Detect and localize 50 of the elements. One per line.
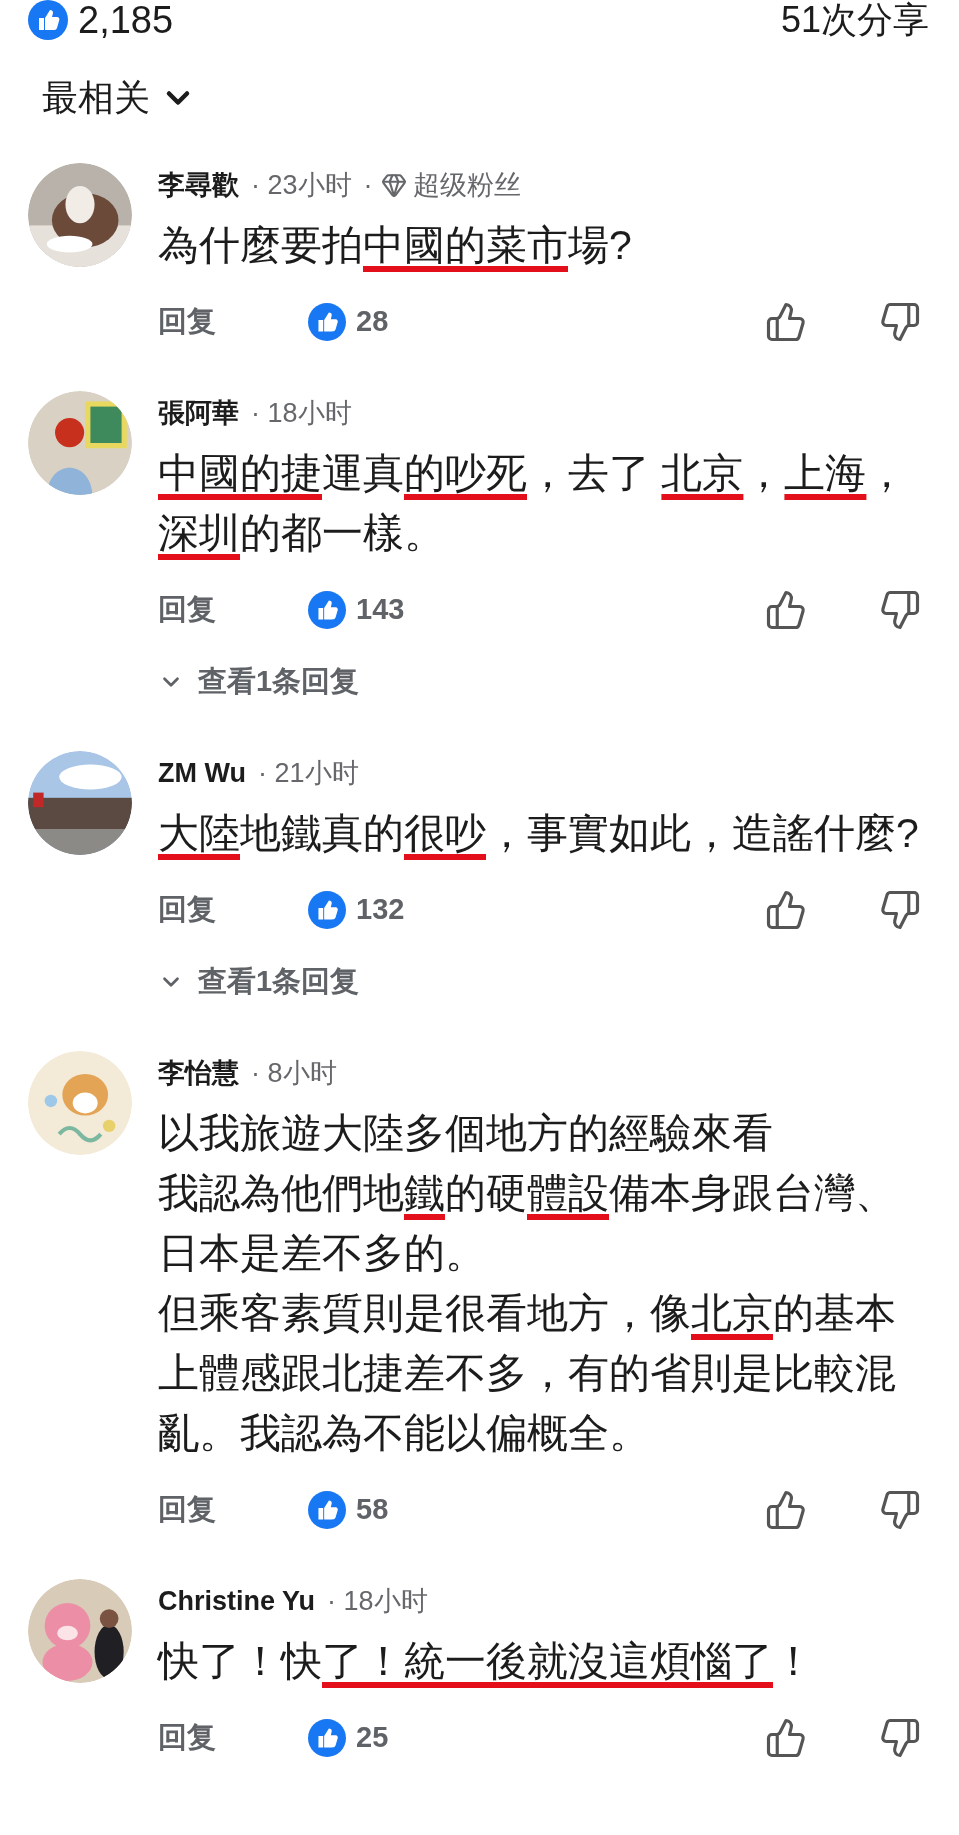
comment-time: · 21小时 <box>258 756 359 790</box>
comment-time: · 18小时 <box>327 1584 428 1618</box>
author-name[interactable]: 李尋歡 <box>158 164 239 206</box>
comment-text: 但乘客素質則是很看地方，像北京的基本上體感跟北捷差不多，有的省則是比較混亂。我認為不能以偏概全。 <box>158 1289 897 1458</box>
diamond-icon <box>380 172 407 198</box>
thumbs-up-icon[interactable] <box>765 301 807 343</box>
thumbs-up-icon[interactable] <box>765 589 807 631</box>
comment-time: · 8小时 <box>251 1056 337 1090</box>
thumbs-up-icon[interactable] <box>765 1717 807 1759</box>
thumbs-up-icon[interactable] <box>765 889 807 931</box>
like-count: 28 <box>356 304 389 340</box>
like-icon <box>308 1491 346 1529</box>
author-name[interactable]: 李怡慧 <box>158 1052 239 1094</box>
reply-button[interactable]: 回复 <box>158 300 308 344</box>
reply-button[interactable]: 回复 <box>158 1716 308 1760</box>
comment-text: 為什麼要拍中國的菜市場? <box>158 221 633 270</box>
like-count: 132 <box>356 892 405 928</box>
like-count: 143 <box>356 592 405 628</box>
comment-text: 大陸地鐵真的很吵，事實如此，造謠什麼? <box>158 809 920 858</box>
thumbs-down-icon[interactable] <box>879 301 921 343</box>
like-icon <box>308 303 346 341</box>
like-count: 58 <box>356 1492 389 1528</box>
author-name[interactable]: 張阿華 <box>158 392 239 434</box>
thumbs-down-icon[interactable] <box>879 589 921 631</box>
thumbs-down-icon[interactable] <box>879 889 921 931</box>
like-icon <box>308 591 346 629</box>
thumbs-up-icon[interactable] <box>765 1489 807 1531</box>
reply-button[interactable]: 回复 <box>158 1488 308 1532</box>
reply-button[interactable]: 回复 <box>158 888 308 932</box>
reply-button[interactable]: 回复 <box>158 588 308 632</box>
thumbs-down-icon[interactable] <box>879 1489 921 1531</box>
comment-time: · 23小时 <box>251 168 352 202</box>
comment-time: · 18小时 <box>251 396 352 430</box>
comment-text: 以我旅遊大陸多個地方的經驗來看 <box>158 1109 774 1158</box>
view-replies-link[interactable]: 查看1条回复 <box>158 657 933 707</box>
comment-text: 快了！快了！統一後就沒這煩惱了！ <box>158 1637 815 1686</box>
like-count: 25 <box>356 1720 389 1756</box>
reaction-count: 2,185 <box>78 1 174 39</box>
view-replies-link[interactable]: 查看1条回复 <box>158 957 933 1007</box>
like-icon <box>308 891 346 929</box>
thumbs-down-icon[interactable] <box>879 1717 921 1759</box>
sort-dropdown[interactable]: 最相关 <box>42 78 196 118</box>
author-name[interactable]: ZM Wu <box>158 752 246 794</box>
share-count: 51次分享 <box>780 2 929 38</box>
like-icon <box>308 1719 346 1757</box>
separator-dot: · <box>363 168 373 202</box>
fan-label: 超级粉丝 <box>412 168 521 202</box>
comment-text: 我認為他們地鐵的硬體設備本身跟台灣、日本是差不多的。 <box>158 1169 897 1278</box>
author-name[interactable]: Christine Yu <box>158 1580 316 1622</box>
comment-text: 中國的捷運真的吵死，去了 北京，上海， 深圳的都一樣。 <box>158 449 909 558</box>
